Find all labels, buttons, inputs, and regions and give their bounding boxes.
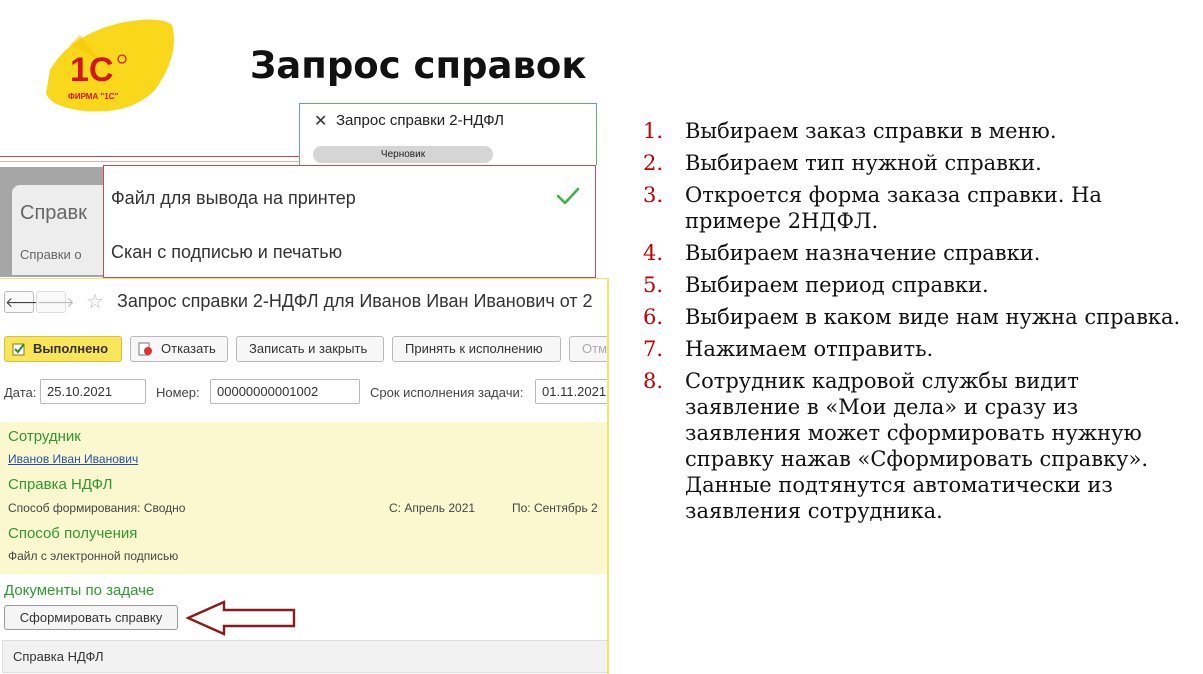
step-text: Откроется форма заказа справки. На приме… xyxy=(685,183,1102,233)
step-number: 3. xyxy=(643,183,664,207)
done-icon xyxy=(12,343,25,356)
ndfl-section-title: Справка НДФЛ xyxy=(8,476,113,493)
request-popup-title: Запрос справки 2-НДФЛ xyxy=(336,112,505,129)
step-text: Выбираем тип нужной справки. xyxy=(685,151,1042,175)
step-item: 3. Откроется форма заказа справки. На при… xyxy=(640,182,1200,234)
divider-line xyxy=(0,161,300,162)
close-icon[interactable]: ✕ xyxy=(314,111,327,131)
step-item: 8. Сотрудник кадровой службы видит заявле… xyxy=(640,368,1200,524)
receive-method: Файл с электронной подписью xyxy=(8,549,179,563)
dropdown-option-scan[interactable]: Скан с подписью и печатью xyxy=(111,242,342,263)
formation-method: Способ формирования: Сводно xyxy=(8,501,186,515)
number-field[interactable]: 00000000001002 xyxy=(210,379,360,404)
dropdown-option-printer-file[interactable]: Файл для вывода на принтер xyxy=(111,188,356,209)
background-card-subtitle: Справки о xyxy=(20,247,82,262)
date-label: Дата: xyxy=(4,385,37,400)
step-number: 8. xyxy=(643,369,664,393)
background-card-title: Справк xyxy=(20,202,87,224)
instruction-steps: 1. Выбираем заказ справки в меню. 2. Выбира… xyxy=(640,118,1200,530)
period-to: По: Сентябрь 2 xyxy=(512,501,598,515)
task-documents-title: Документы по задаче xyxy=(4,582,155,599)
refuse-button[interactable]: Отказать xyxy=(130,336,228,362)
step-text: Нажимаем отправить. xyxy=(685,337,934,361)
slide-title: Запрос справок xyxy=(250,44,587,87)
step-text: Сотрудник кадровой службы видит заявлени… xyxy=(685,369,1149,523)
receive-section-title: Способ получения xyxy=(8,525,138,542)
forward-button[interactable]: 🡒 xyxy=(36,291,75,313)
check-icon xyxy=(556,187,580,205)
step-item: 5. Выбираем период справки. xyxy=(640,272,1200,298)
done-button-label: Выполнено xyxy=(33,341,109,356)
step-item: 2. Выбираем тип нужной справки. xyxy=(640,150,1200,176)
step-item: 1. Выбираем заказ справки в меню. xyxy=(640,118,1200,144)
done-button[interactable]: Выполнено xyxy=(4,336,122,362)
step-item: 4. Выбираем назначение справки. xyxy=(640,240,1200,266)
firm-1c-logo: 1С ФИРМА "1С" xyxy=(40,15,180,115)
form-title: Запрос справки 2-НДФЛ для Иванов Иван Ив… xyxy=(117,291,593,311)
date-field[interactable]: 25.10.2021 xyxy=(40,379,146,404)
step-number: 1. xyxy=(643,119,664,143)
refuse-icon xyxy=(138,342,152,356)
cancel-button[interactable]: Отм xyxy=(569,336,607,362)
step-item: 7. Нажимаем отправить. xyxy=(640,336,1200,362)
step-number: 6. xyxy=(643,305,664,329)
deadline-field[interactable]: 01.11.2021 xyxy=(535,379,607,404)
save-close-button[interactable]: Записать и закрыть xyxy=(236,336,384,362)
step-number: 4. xyxy=(643,241,664,265)
step-text: Выбираем в каком виде нам нужна справка. xyxy=(685,305,1181,329)
request-form: 🡐 🡒 ☆ Запрос справки 2-НДФЛ для Иванов И… xyxy=(0,278,609,674)
divider-line xyxy=(0,156,300,157)
svg-text:1С: 1С xyxy=(70,51,113,89)
request-popup: ✕ Запрос справки 2-НДФЛ Черновик xyxy=(299,103,597,165)
period-from: С: Апрель 2021 xyxy=(389,501,476,515)
employee-link[interactable]: Иванов Иван Иванович xyxy=(8,452,138,466)
pointer-arrow-icon xyxy=(186,600,296,636)
deadline-label: Срок исполнения задачи: xyxy=(370,385,524,400)
step-text: Выбираем заказ справки в меню. xyxy=(685,119,1057,143)
employee-section-title: Сотрудник xyxy=(8,428,81,445)
request-details-panel: Сотрудник Иванов Иван Иванович Справка Н… xyxy=(0,422,607,574)
step-number: 2. xyxy=(643,151,664,175)
back-button[interactable]: 🡐 xyxy=(4,291,43,313)
favorite-star-icon[interactable]: ☆ xyxy=(86,289,104,314)
format-dropdown: Файл для вывода на принтер Скан с подпис… xyxy=(103,165,596,278)
step-item: 6. Выбираем в каком виде нам нужна справк… xyxy=(640,304,1200,330)
number-label: Номер: xyxy=(156,385,200,400)
svg-text:ФИРМА "1С": ФИРМА "1С" xyxy=(68,92,118,101)
table-header: Справка НДФЛ xyxy=(2,640,607,673)
refuse-button-label: Отказать xyxy=(161,341,216,356)
status-badge: Черновик xyxy=(313,146,493,163)
accept-button[interactable]: Принять к исполнению xyxy=(392,336,561,362)
step-number: 5. xyxy=(643,273,664,297)
step-number: 7. xyxy=(643,337,664,361)
step-text: Выбираем назначение справки. xyxy=(685,241,1041,265)
step-text: Выбираем период справки. xyxy=(685,273,989,297)
generate-certificate-button[interactable]: Сформировать справку xyxy=(4,605,178,630)
background-card: Справк Справки о xyxy=(0,167,112,277)
